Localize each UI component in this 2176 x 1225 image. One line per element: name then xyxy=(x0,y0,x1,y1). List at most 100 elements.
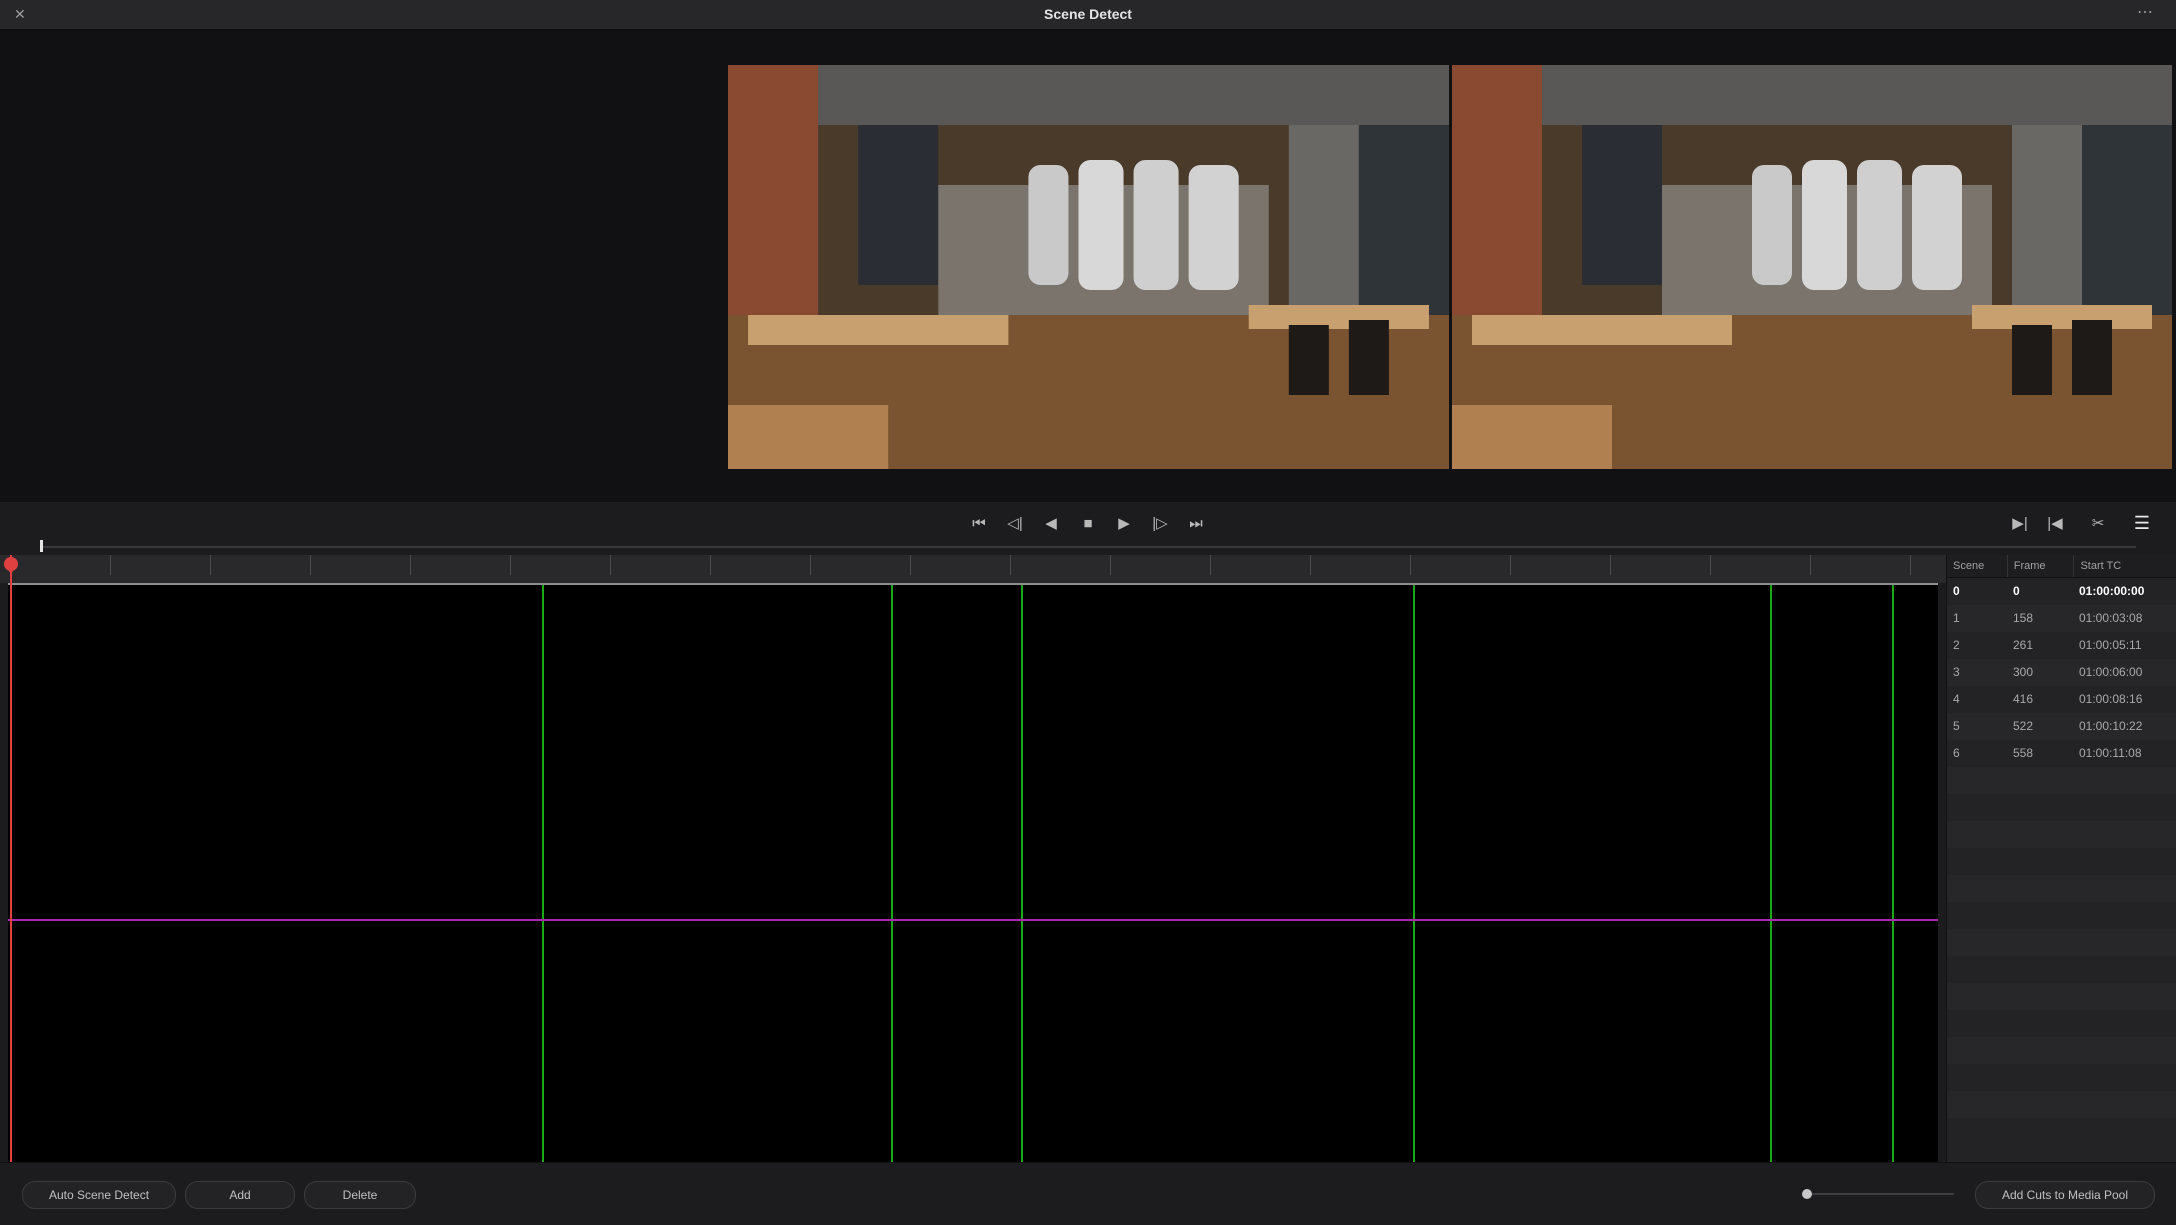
frame-number: 261 xyxy=(2013,638,2034,652)
empty-row xyxy=(1947,902,2176,929)
auto-scene-detect-button[interactable]: Auto Scene Detect xyxy=(22,1181,176,1209)
start-timecode: 01:00:03:08 xyxy=(2079,611,2143,625)
empty-row xyxy=(1947,1010,2176,1037)
ruler-tick xyxy=(1010,555,1011,575)
ruler-tick xyxy=(510,555,511,575)
footer-bar: Auto Scene Detect Add Delete Add Cuts to… xyxy=(0,1162,2176,1225)
empty-row xyxy=(1947,767,2176,794)
zoom-slider-handle[interactable] xyxy=(1802,1189,1812,1199)
start-timecode: 01:00:05:11 xyxy=(2079,638,2142,652)
start-timecode: 01:00:11:08 xyxy=(2079,746,2142,760)
scrub-handle[interactable] xyxy=(40,540,43,552)
cut-marker[interactable] xyxy=(1021,585,1023,1162)
jump-to-end-icon[interactable]: ⏭ xyxy=(1182,510,1210,536)
ruler-tick xyxy=(1910,555,1911,575)
detection-graph[interactable] xyxy=(8,585,1938,1162)
scene-list-header: Scene Frame Start TC xyxy=(1947,555,2176,578)
window-title: Scene Detect xyxy=(1044,6,1132,22)
frame-number: 522 xyxy=(2013,719,2034,733)
ruler-tick xyxy=(310,555,311,575)
scene-number: 4 xyxy=(1953,692,1960,706)
empty-row xyxy=(1947,1118,2176,1145)
table-row[interactable]: 1 158 01:00:03:08 xyxy=(1947,605,2176,632)
previous-frame-image xyxy=(728,65,1449,469)
frame-number: 300 xyxy=(2013,665,2034,679)
ruler-tick xyxy=(910,555,911,575)
more-options-icon[interactable]: ⋯ xyxy=(2137,0,2154,26)
empty-row xyxy=(1947,1064,2176,1091)
list-view-icon[interactable]: ☰ xyxy=(2128,510,2156,536)
scene-number: 6 xyxy=(1953,746,1960,760)
scene-detect-graph-area xyxy=(0,555,1946,1162)
ruler-tick xyxy=(1410,555,1411,575)
ruler-tick xyxy=(810,555,811,575)
play-reverse-icon[interactable]: ◀ xyxy=(1037,510,1065,536)
empty-row xyxy=(1947,1037,2176,1064)
step-forward-icon[interactable]: |▷ xyxy=(1146,510,1174,536)
empty-row xyxy=(1947,821,2176,848)
scene-number: 0 xyxy=(1953,584,1960,598)
play-icon[interactable]: ▶ xyxy=(1110,510,1138,536)
ruler-tick xyxy=(1710,555,1711,575)
ruler-tick xyxy=(1310,555,1311,575)
ruler-tick xyxy=(210,555,211,575)
ruler-tick xyxy=(1510,555,1511,575)
empty-row xyxy=(1947,1091,2176,1118)
ruler-tick xyxy=(710,555,711,575)
table-row[interactable]: 4 416 01:00:08:16 xyxy=(1947,686,2176,713)
cut-marker[interactable] xyxy=(1770,585,1772,1162)
table-row[interactable]: 2 261 01:00:05:11 xyxy=(1947,632,2176,659)
start-timecode: 01:00:10:22 xyxy=(2079,719,2143,733)
timeline-ruler[interactable] xyxy=(0,555,1946,583)
playhead[interactable] xyxy=(10,555,12,1162)
column-header-frame[interactable]: Frame xyxy=(2008,555,2075,577)
empty-row xyxy=(1947,875,2176,902)
next-cut-icon[interactable]: ▶| xyxy=(2006,510,2034,536)
ruler-tick xyxy=(110,555,111,575)
title-bar: ✕ Scene Detect ⋯ xyxy=(0,0,2176,30)
column-header-scene[interactable]: Scene xyxy=(1947,555,2008,577)
empty-row xyxy=(1947,848,2176,875)
add-cuts-to-media-pool-button[interactable]: Add Cuts to Media Pool xyxy=(1975,1181,2155,1209)
frame-number: 0 xyxy=(2013,584,2020,598)
scene-number: 2 xyxy=(1953,638,1960,652)
stop-icon[interactable]: ■ xyxy=(1074,510,1102,536)
add-button[interactable]: Add xyxy=(185,1181,295,1209)
scene-number: 5 xyxy=(1953,719,1960,733)
table-row[interactable]: 3 300 01:00:06:00 xyxy=(1947,659,2176,686)
current-frame-image xyxy=(1452,65,2172,469)
empty-row xyxy=(1947,929,2176,956)
frame-number: 416 xyxy=(2013,692,2034,706)
scene-list-panel: Scene Frame Start TC 0 0 01:00:00:00 1 1… xyxy=(1946,555,2176,1162)
viewer-panel xyxy=(0,30,2176,502)
threshold-line[interactable] xyxy=(8,919,1938,921)
delete-button[interactable]: Delete xyxy=(304,1181,416,1209)
step-back-icon[interactable]: ◁| xyxy=(1001,510,1029,536)
previous-cut-icon[interactable]: |◀ xyxy=(2041,510,2069,536)
ruler-tick xyxy=(1810,555,1811,575)
cut-marker[interactable] xyxy=(891,585,893,1162)
table-row[interactable]: 0 0 01:00:00:00 xyxy=(1947,578,2176,605)
start-timecode: 01:00:00:00 xyxy=(2079,584,2145,598)
ruler-tick xyxy=(410,555,411,575)
start-timecode: 01:00:08:16 xyxy=(2079,692,2143,706)
playhead-handle[interactable] xyxy=(4,557,18,574)
scissors-icon[interactable]: ✂ xyxy=(2084,510,2112,536)
empty-row xyxy=(1947,956,2176,983)
scene-number: 3 xyxy=(1953,665,1960,679)
ruler-tick xyxy=(610,555,611,575)
cut-marker[interactable] xyxy=(1892,585,1894,1162)
cut-marker[interactable] xyxy=(542,585,544,1162)
scrub-bar[interactable] xyxy=(40,546,2136,548)
transport-controls: ⏮ ◁| ◀ ■ ▶ |▷ ⏭ ▶| |◀ ✂ ☰ xyxy=(0,502,2176,555)
zoom-slider-track[interactable] xyxy=(1808,1193,1954,1195)
table-row[interactable]: 5 522 01:00:10:22 xyxy=(1947,713,2176,740)
cut-marker[interactable] xyxy=(1413,585,1415,1162)
ruler-tick xyxy=(1210,555,1211,575)
column-header-start-tc[interactable]: Start TC xyxy=(2074,555,2176,577)
frame-number: 558 xyxy=(2013,746,2034,760)
table-row[interactable]: 6 558 01:00:11:08 xyxy=(1947,740,2176,767)
empty-row xyxy=(1947,983,2176,1010)
frame-number: 158 xyxy=(2013,611,2034,625)
jump-to-start-icon[interactable]: ⏮ xyxy=(965,510,993,536)
